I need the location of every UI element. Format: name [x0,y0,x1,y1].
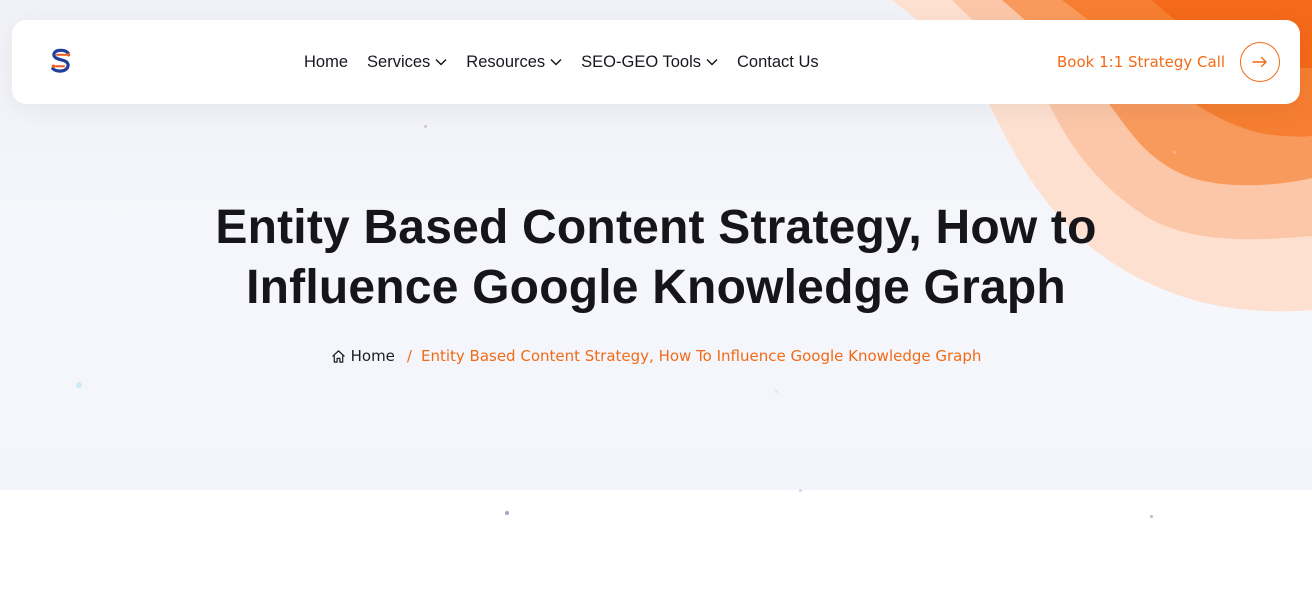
top-navbar: Home Services Resources SEO-GEO Tools Co… [12,20,1300,104]
decorative-dot [1150,515,1153,518]
main-nav: Home Services Resources SEO-GEO Tools Co… [304,20,819,104]
book-strategy-call-button[interactable]: Book 1:1 Strategy Call [1057,42,1281,82]
nav-item-contact-us[interactable]: Contact Us [737,53,819,72]
cta-arrow-circle[interactable] [1240,42,1281,82]
page-title: Entity Based Content Strategy, How to In… [156,198,1156,318]
nav-item-label: Home [304,52,349,71]
nav-item-label: Contact Us [737,52,819,71]
decorative-dot [424,125,427,128]
nav-item-label: SEO-GEO Tools [581,52,701,71]
decorative-dot [505,511,509,515]
decorative-dot [775,390,778,393]
chevron-down-icon [550,58,562,66]
breadcrumb-current-page: Entity Based Content Strategy, How To In… [420,347,982,365]
nav-item-services[interactable]: Services [367,53,447,72]
chevron-down-icon [706,58,718,66]
nav-item-label: Resources [466,52,546,71]
arrow-right-icon [1252,56,1267,68]
cta-label: Book 1:1 Strategy Call [1057,53,1226,71]
page-title-line-2: Influence Google Knowledge Graph [246,261,1066,314]
nav-item-resources[interactable]: Resources [466,53,562,72]
decorative-dot [76,382,82,388]
breadcrumb: Home / Entity Based Content Strategy, Ho… [0,344,1312,368]
decorative-dot [799,489,802,492]
decorative-dot [1173,151,1176,154]
breadcrumb-home-link[interactable]: Home [331,347,395,365]
chevron-down-icon [435,58,447,66]
nav-item-label: Services [367,52,431,71]
breadcrumb-home-label: Home [350,347,395,365]
nav-item-seo-geo-tools[interactable]: SEO-GEO Tools [581,53,718,72]
home-icon [331,349,345,363]
page-title-line-1: Entity Based Content Strategy, How to [215,201,1097,254]
s-monogram-logo-icon[interactable] [50,48,72,74]
breadcrumb-separator: / [406,347,412,365]
nav-item-home[interactable]: Home [304,53,348,72]
